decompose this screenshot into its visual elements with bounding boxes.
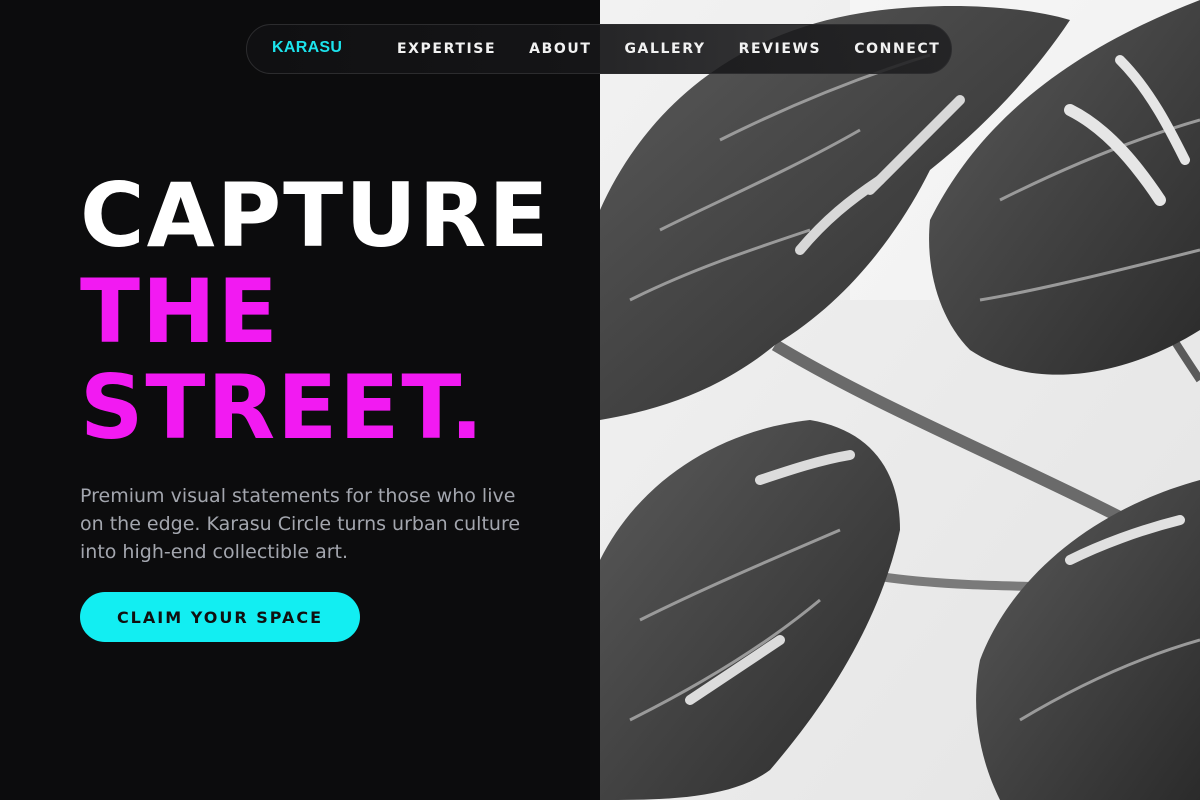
nav-links: EXPERTISE ABOUT GALLERY REVIEWS CONNECT xyxy=(397,25,940,73)
nav-link-expertise[interactable]: EXPERTISE xyxy=(397,41,496,57)
monstera-leaves-image xyxy=(600,0,1200,800)
hero-headline: CAPTURE THE STREET. xyxy=(80,168,551,456)
nav-link-gallery[interactable]: GALLERY xyxy=(624,41,705,57)
hero-image xyxy=(600,0,1200,800)
nav-link-connect[interactable]: CONNECT xyxy=(854,41,940,57)
headline-line-3: STREET. xyxy=(80,356,486,459)
top-nav-bar: KARASU EXPERTISE ABOUT GALLERY REVIEWS C… xyxy=(246,24,952,74)
brand-logo[interactable]: KARASU xyxy=(272,39,342,57)
nav-link-about[interactable]: ABOUT xyxy=(529,41,591,57)
nav-link-reviews[interactable]: REVIEWS xyxy=(739,41,822,57)
claim-your-space-button[interactable]: CLAIM YOUR SPACE xyxy=(80,592,360,642)
headline-line-2: THE xyxy=(80,260,280,363)
headline-line-1: CAPTURE xyxy=(80,164,551,267)
hero-description: Premium visual statements for those who … xyxy=(80,485,521,563)
